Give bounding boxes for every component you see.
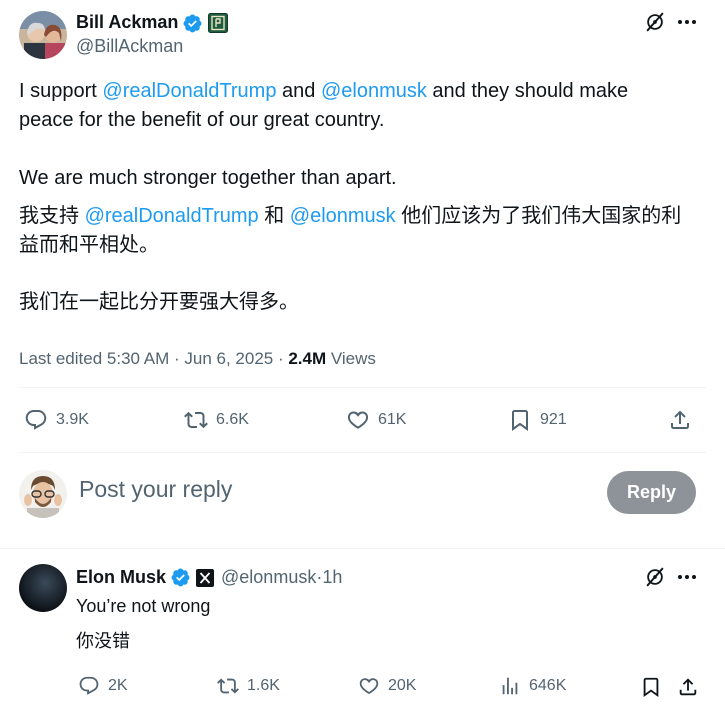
reply-icon [25, 410, 47, 430]
text-segment: 和 [258, 205, 290, 227]
repost-count: 6.6K [216, 411, 249, 428]
reply-reply-action[interactable]: 2K [78, 675, 128, 697]
tweet-text-zh-line-2: 益而和平相处。 [19, 234, 159, 256]
current-user-avatar[interactable] [19, 470, 67, 518]
reply-count: 3.9K [56, 411, 89, 428]
repost-icon [184, 411, 208, 429]
text-segment: and they should make [426, 80, 629, 102]
reply-input[interactable]: Post your reply [79, 476, 232, 503]
reply-action[interactable]: 3.9K [24, 408, 89, 432]
author-handle[interactable]: @BillAckman [76, 36, 183, 57]
affiliation-badge-icon [208, 13, 228, 38]
share-icon [671, 410, 689, 429]
author-avatar[interactable] [19, 11, 67, 59]
mention-elonmusk[interactable]: @elonmusk [321, 80, 427, 102]
reply-like-action[interactable]: 20K [358, 675, 416, 697]
text-segment: 我支持 [19, 205, 85, 227]
bookmark-icon[interactable] [640, 676, 662, 703]
x-affiliation-icon [196, 568, 215, 587]
analytics-icon [502, 677, 518, 695]
text-segment: I support [19, 80, 103, 102]
reply-button[interactable]: Reply [607, 471, 696, 514]
share-action[interactable] [668, 408, 692, 432]
text-segment: and [276, 80, 321, 102]
text-segment: 他们应该为了我们伟大国家的利 [395, 205, 682, 227]
heart-icon [347, 411, 369, 429]
tweet-text-line-1: I support @realDonaldTrump and @elonmusk… [19, 77, 628, 106]
reply-author-name[interactable]: Elon Musk [76, 567, 166, 588]
tweet-text-line-2: peace for the benefit of our great count… [19, 109, 385, 131]
bookmark-action[interactable]: 921 [508, 408, 567, 432]
like-count: 61K [378, 411, 407, 428]
verified-badge-icon [170, 567, 191, 588]
mention-realdonaldtrump[interactable]: @realDonaldTrump [85, 205, 259, 227]
views-count: 2.4M [288, 349, 327, 368]
reply-views-action[interactable]: 646K [499, 675, 566, 697]
bookmark-count: 921 [540, 411, 567, 428]
divider [19, 452, 706, 453]
tweet-meta: Last edited 5:30 AM · Jun 6, 2025 · 2.4M… [19, 349, 376, 369]
tweet-text-line-3: We are much stronger together than apart… [19, 167, 397, 189]
tweet-text-zh-line-1: 我支持 @realDonaldTrump 和 @elonmusk 他们应该为了我… [19, 202, 681, 231]
reply-repost-action[interactable]: 1.6K [217, 675, 280, 697]
heart-icon [359, 678, 379, 695]
reply-count: 2K [108, 677, 128, 694]
like-count: 20K [388, 677, 417, 694]
like-action[interactable]: 61K [346, 408, 406, 432]
repost-count: 1.6K [247, 677, 280, 694]
reply-time[interactable]: 1h [322, 567, 342, 588]
bookmark-icon [512, 410, 528, 431]
reply-author-avatar[interactable] [19, 564, 67, 612]
edited-timestamp[interactable]: Last edited 5:30 AM · Jun 6, 2025 · [19, 349, 288, 368]
mention-realdonaldtrump[interactable]: @realDonaldTrump [102, 80, 276, 102]
share-icon[interactable] [677, 676, 699, 703]
reply-text-line-2: 你没错 [76, 631, 130, 651]
more-options-icon[interactable] [677, 14, 697, 35]
grok-icon[interactable] [644, 566, 666, 593]
repost-action[interactable]: 6.6K [184, 408, 249, 432]
reply-header: Elon Musk @elonmusk · 1h [76, 567, 342, 588]
reply-icon [79, 676, 99, 695]
tweet-text-zh-line-3: 我们在一起比分开要强大得多。 [19, 291, 299, 313]
views-count: 646K [529, 677, 567, 694]
views-label: Views [326, 349, 376, 368]
author-name[interactable]: Bill Ackman [76, 12, 178, 33]
reply-author-handle[interactable]: @elonmusk [221, 567, 316, 588]
reply-text-line-1: You’re not wrong [76, 596, 211, 616]
verified-badge-icon [182, 13, 203, 39]
more-options-icon[interactable] [677, 569, 697, 590]
divider [19, 387, 706, 388]
divider [0, 548, 725, 549]
mention-elonmusk[interactable]: @elonmusk [290, 205, 396, 227]
grok-icon[interactable] [644, 11, 666, 38]
repost-icon [217, 678, 239, 694]
